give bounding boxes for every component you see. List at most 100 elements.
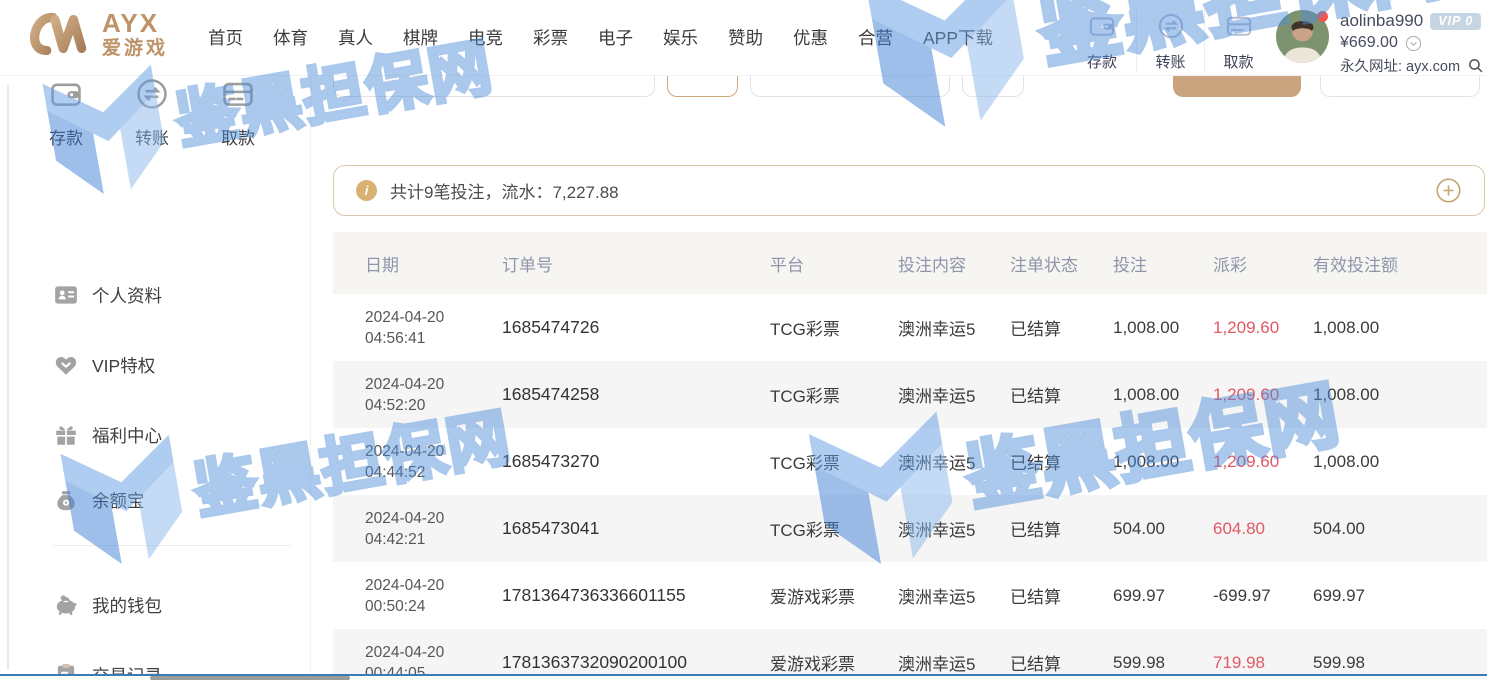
wallet-icon (1088, 12, 1116, 40)
sidebar-scrollbar[interactable] (7, 85, 9, 670)
cell-status: 已结算 (1010, 449, 1113, 474)
vip-heart-icon (53, 352, 79, 378)
cell-payout: 1,209.60 (1213, 452, 1313, 472)
cell-status: 已结算 (1010, 382, 1113, 407)
money-pouch-icon (53, 487, 79, 513)
cell-bet-amount: 1,008.00 (1113, 452, 1213, 472)
transfer-icon (1157, 12, 1185, 40)
cell-bet-content: 澳洲幸运5 (898, 315, 1010, 340)
header-transfer-label: 转账 (1137, 51, 1204, 72)
header-deposit-button[interactable]: 存款 (1068, 10, 1136, 72)
header-quick-actions: 存款 转账 取款 (1068, 10, 1272, 72)
column-header: 订单号 (502, 251, 770, 276)
table-row: 2024-04-2004:44:52 1685473270 TCG彩票 澳洲幸运… (333, 428, 1487, 495)
column-header: 注单状态 (1010, 251, 1113, 276)
cell-valid-bet: 1,008.00 (1313, 452, 1487, 472)
top-header: AYX 爱游戏 首页 体育 真人 棋牌 电竞 彩票 电子 娱乐 赞助 优惠 合营 APP下载 存款 转… (0, 0, 1487, 75)
nav-item[interactable]: 电竞 (468, 25, 503, 50)
table-row: 2024-04-2004:56:41 1685474726 TCG彩票 澳洲幸运… (333, 294, 1487, 361)
nav-item[interactable]: 赞助 (728, 25, 763, 50)
header-transfer-button[interactable]: 转账 (1136, 10, 1204, 72)
cell-order-number: 1781363732090200100 (502, 652, 770, 673)
sidebar-item-profile[interactable]: 个人资料 (53, 278, 162, 312)
balance: ¥669.00 (1340, 34, 1398, 52)
id-card-icon (53, 282, 79, 308)
cell-bet-content: 澳洲幸运5 (898, 516, 1010, 541)
cell-bet-content: 澳洲幸运5 (898, 382, 1010, 407)
cell-status: 已结算 (1010, 315, 1113, 340)
nav-item[interactable]: 首页 (208, 25, 243, 50)
nav-item[interactable]: 彩票 (533, 25, 568, 50)
cell-valid-bet: 699.97 (1313, 586, 1487, 606)
horizontal-scrollbar (0, 674, 1487, 680)
nav-item[interactable]: 体育 (273, 25, 308, 50)
cell-date: 2024-04-2000:50:24 (365, 575, 502, 617)
nav-item[interactable]: 真人 (338, 25, 373, 50)
page: AYX 爱游戏 首页 体育 真人 棋牌 电竞 彩票 电子 娱乐 赞助 优惠 合营 APP下载 存款 转… (0, 0, 1487, 680)
cell-date: 2024-04-2004:44:52 (365, 441, 502, 483)
cell-platform: 爱游戏彩票 (770, 583, 898, 608)
cell-bet-amount: 1,008.00 (1113, 385, 1213, 405)
cell-bet-content: 澳洲幸运5 (898, 449, 1010, 474)
cell-valid-bet: 1,008.00 (1313, 318, 1487, 338)
user-block: aolinba990 VIP 0 ¥669.00 永久网址: ayx.com (1276, 10, 1484, 76)
piggy-bank-icon (53, 592, 79, 618)
cell-payout: 1,209.60 (1213, 385, 1313, 405)
transfer-icon (135, 77, 169, 111)
sidebar-item-vip[interactable]: VIP特权 (53, 348, 155, 382)
nav-item[interactable]: 合营 (858, 25, 893, 50)
cell-bet-content: 澳洲幸运5 (898, 583, 1010, 608)
column-header: 派彩 (1213, 251, 1313, 276)
cell-status: 已结算 (1010, 583, 1113, 608)
column-header: 投注 (1113, 251, 1213, 276)
sidebar-quick-actions: 存款 转账 取款 (38, 77, 266, 149)
cell-bet-amount: 699.97 (1113, 586, 1213, 606)
header-deposit-label: 存款 (1068, 51, 1136, 72)
nav-item[interactable]: 优惠 (793, 25, 828, 50)
summary-bar: i 共计9笔投注，流水：7,227.88 (333, 165, 1485, 216)
search-icon[interactable] (1467, 57, 1484, 74)
sidebar-withdraw-button[interactable]: 取款 (210, 77, 266, 149)
bet-records-table: 日期订单号平台投注内容注单状态投注派彩有效投注额 2024-04-2004:56… (333, 232, 1487, 680)
chevron-down-circle-icon[interactable] (1405, 35, 1422, 52)
cell-platform: TCG彩票 (770, 516, 898, 541)
expand-plus-icon[interactable] (1435, 177, 1462, 204)
cell-payout: 719.98 (1213, 653, 1313, 673)
sidebar-item-wallet[interactable]: 我的钱包 (53, 588, 162, 622)
cell-valid-bet: 599.98 (1313, 653, 1487, 673)
cell-order-number: 1685474258 (502, 384, 770, 405)
cell-order-number: 1685474726 (502, 317, 770, 338)
cell-payout: 604.80 (1213, 519, 1313, 539)
table-header-row: 日期订单号平台投注内容注单状态投注派彩有效投注额 (333, 232, 1487, 294)
brand-mark-icon (22, 10, 94, 58)
scrollbar-thumb[interactable] (150, 676, 350, 680)
nav-item[interactable]: 棋牌 (403, 25, 438, 50)
cell-platform: TCG彩票 (770, 315, 898, 340)
table-row: 2024-04-2000:44:05 1781363732090200100 爱… (333, 629, 1487, 680)
cell-platform: TCG彩票 (770, 449, 898, 474)
bank-card-icon (1225, 12, 1253, 40)
nav-item[interactable]: APP下载 (923, 25, 993, 50)
sidebar-divider (53, 545, 291, 546)
summary-text: 共计9笔投注，流水：7,227.88 (390, 178, 619, 203)
sidebar-item-welfare[interactable]: 福利中心 (53, 418, 162, 452)
sidebar-item-yuebao[interactable]: 余额宝 (53, 483, 145, 517)
cell-date: 2024-04-2004:52:20 (365, 374, 502, 416)
cell-valid-bet: 504.00 (1313, 519, 1487, 539)
header-withdraw-button[interactable]: 取款 (1204, 10, 1272, 72)
cell-platform: TCG彩票 (770, 382, 898, 407)
nav-item[interactable]: 电子 (598, 25, 633, 50)
header-withdraw-label: 取款 (1205, 51, 1272, 72)
brand-logo[interactable]: AYX 爱游戏 (22, 10, 168, 58)
bank-card-icon (221, 77, 255, 111)
cell-status: 已结算 (1010, 516, 1113, 541)
sidebar-transfer-button[interactable]: 转账 (124, 77, 180, 149)
column-header: 投注内容 (898, 251, 1010, 276)
cell-bet-amount: 1,008.00 (1113, 318, 1213, 338)
info-icon: i (356, 180, 377, 201)
brand-name-cn: 爱游戏 (102, 39, 168, 58)
column-header: 有效投注额 (1313, 251, 1487, 276)
table-row: 2024-04-2004:52:20 1685474258 TCG彩票 澳洲幸运… (333, 361, 1487, 428)
nav-item[interactable]: 娱乐 (663, 25, 698, 50)
sidebar-deposit-button[interactable]: 存款 (38, 77, 94, 149)
